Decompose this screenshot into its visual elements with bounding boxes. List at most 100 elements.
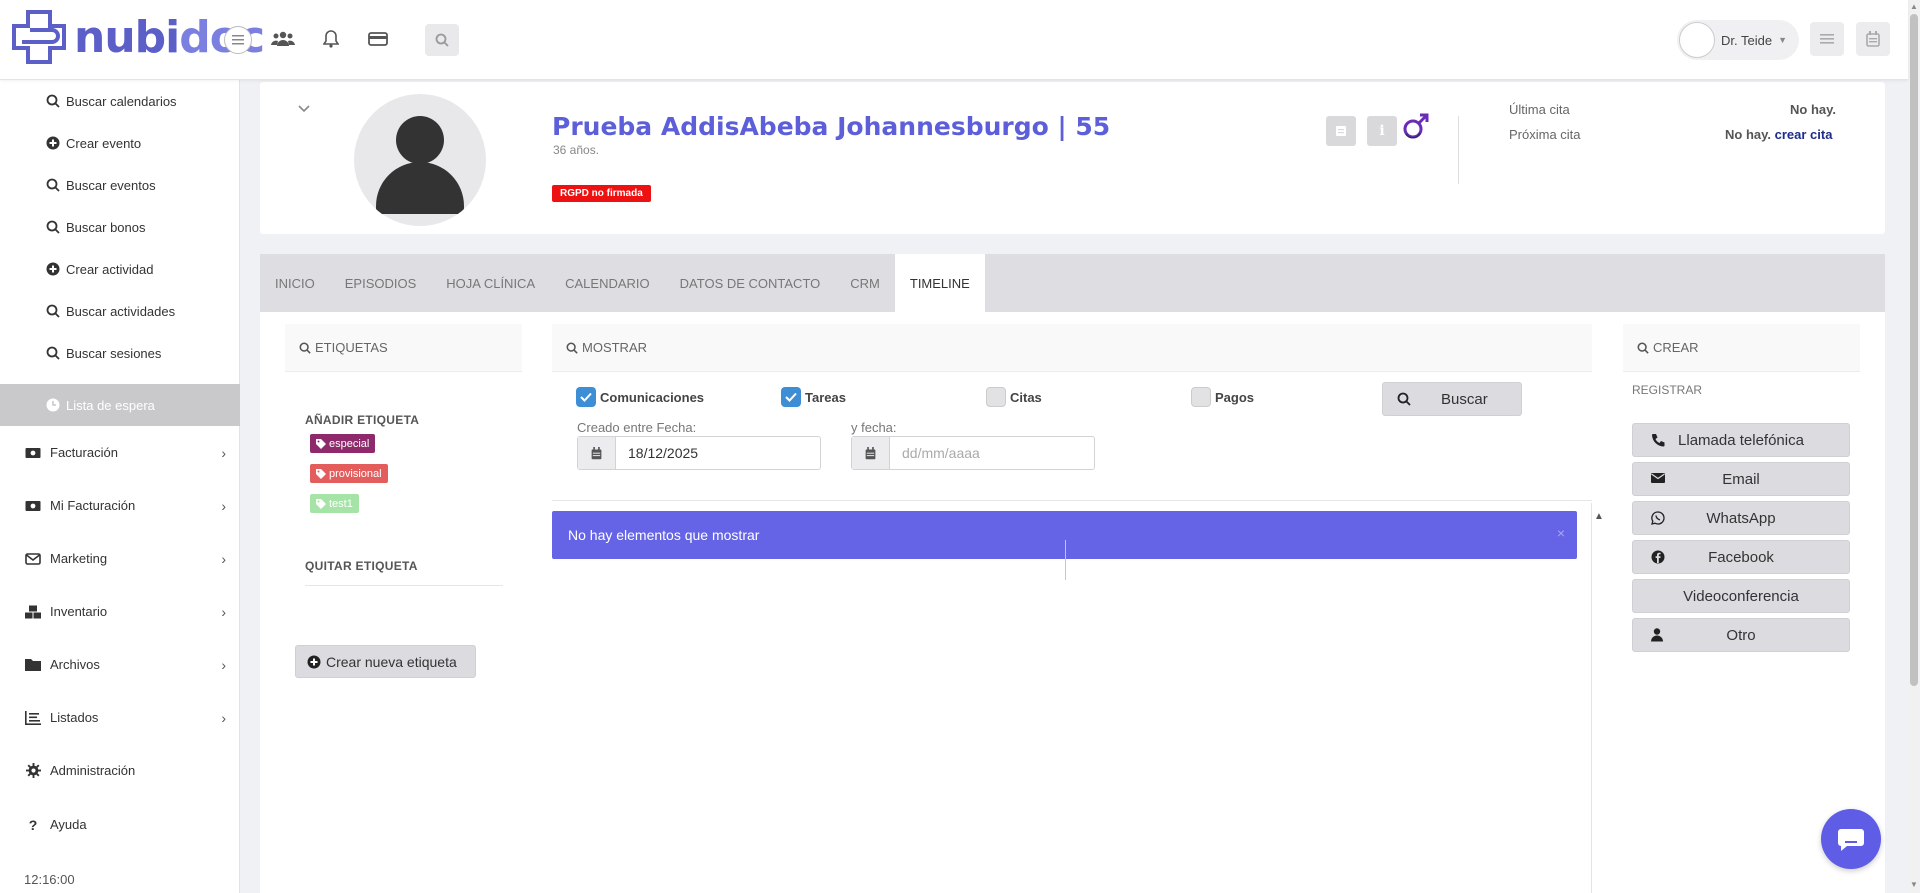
sidebar-item-buscar-sesiones[interactable]: Buscar sesiones: [0, 332, 240, 374]
crear-cita-link[interactable]: crear cita: [1775, 127, 1833, 142]
tab-calendario[interactable]: CALENDARIO: [550, 254, 665, 312]
collapse-toggle[interactable]: [298, 100, 310, 116]
sidebar-item-label: Crear actividad: [66, 261, 154, 277]
search-button[interactable]: Buscar: [1382, 382, 1522, 416]
register-whatsapp-button[interactable]: WhatsApp: [1632, 501, 1850, 535]
list-icon: [1820, 34, 1834, 44]
sidebar-item-inventario[interactable]: Inventario ›: [0, 585, 240, 638]
rgpd-badge[interactable]: RGPD no firmada: [552, 185, 651, 202]
create-tag-button[interactable]: Crear nueva etiqueta: [295, 645, 476, 678]
sidebar-item-crear-evento[interactable]: Crear evento: [0, 122, 240, 164]
chevron-right-icon: ›: [221, 550, 226, 567]
tab-inicio[interactable]: INICIO: [260, 254, 330, 312]
document-button[interactable]: [1326, 116, 1356, 146]
filter-pagos[interactable]: Pagos: [1191, 387, 1254, 407]
info-button[interactable]: i: [1367, 116, 1397, 146]
crear-header: CREAR: [1623, 324, 1860, 372]
filter-citas[interactable]: Citas: [986, 387, 1042, 407]
ultima-cita-label: Última cita: [1509, 102, 1570, 117]
notifications-button[interactable]: [316, 24, 346, 54]
sidebar-item-buscar-bonos[interactable]: Buscar bonos: [0, 206, 240, 248]
sidebar-item-mi-facturacion[interactable]: Mi Facturación ›: [0, 479, 240, 532]
sidebar-item-administracion[interactable]: Administración: [0, 744, 240, 797]
sidebar-item-buscar-eventos[interactable]: Buscar eventos: [0, 164, 240, 206]
chevron-right-icon: ›: [221, 709, 226, 726]
document-icon: [1336, 126, 1346, 136]
envelope-icon: [1651, 472, 1665, 484]
scroll-up-arrow-icon[interactable]: ▲: [1594, 511, 1604, 522]
filter-tareas[interactable]: Tareas: [781, 387, 846, 407]
tag-especial[interactable]: especial: [310, 434, 376, 453]
chat-button[interactable]: [1821, 809, 1881, 869]
register-email-button[interactable]: Email: [1632, 462, 1850, 496]
sidebar-item-crear-actividad[interactable]: Crear actividad: [0, 248, 240, 290]
question-icon: ?: [28, 816, 38, 833]
card-button[interactable]: [363, 24, 393, 54]
date-from-field[interactable]: 18/12/2025: [577, 436, 821, 470]
scroll-down-icon[interactable]: ▼: [1910, 880, 1918, 889]
bell-icon: [323, 30, 339, 48]
sidebar-item-label: Buscar bonos: [66, 219, 146, 235]
proxima-cita-text: No hay.: [1725, 127, 1771, 142]
card-icon: [368, 32, 388, 46]
sidebar-item-label: Crear evento: [66, 135, 142, 151]
patient-age: 36 años.: [553, 143, 600, 157]
chevron-right-icon: ›: [221, 603, 226, 620]
list-menu-button[interactable]: [1810, 22, 1844, 56]
register-other-button[interactable]: Otro: [1632, 618, 1850, 652]
folder-icon: [24, 658, 42, 671]
divider: [552, 500, 1592, 501]
global-search-button[interactable]: [425, 24, 459, 56]
scrollbar-thumb[interactable]: [1910, 14, 1918, 686]
button-label: Email: [1722, 470, 1760, 488]
scroll-up-icon[interactable]: ▲: [1910, 2, 1918, 11]
tab-timeline[interactable]: TIMELINE: [894, 254, 985, 312]
proxima-cita-label: Próxima cita: [1509, 127, 1581, 142]
search-icon: [435, 33, 449, 47]
gear-icon: [24, 763, 42, 778]
register-phone-call-button[interactable]: Llamada telefónica: [1632, 423, 1850, 457]
tab-episodios[interactable]: EPISODIOS: [330, 254, 432, 312]
tab-crm[interactable]: CRM: [835, 254, 895, 312]
tab-datos-de-contacto[interactable]: DATOS DE CONTACTO: [665, 254, 836, 312]
sidebar-item-label: Lista de espera: [66, 397, 155, 413]
chevron-right-icon: ›: [221, 444, 226, 461]
tab-hoja-clinica[interactable]: HOJA CLÍNICA: [431, 254, 550, 312]
crear-title: CREAR: [1653, 340, 1699, 355]
sidebar-item-archivos[interactable]: Archivos ›: [0, 638, 240, 691]
calendar-button[interactable]: [1856, 22, 1890, 56]
clock-icon: [46, 398, 60, 412]
patient-avatar[interactable]: [354, 94, 486, 226]
register-videoconference-button[interactable]: Videoconferencia: [1632, 579, 1850, 613]
register-facebook-button[interactable]: Facebook: [1632, 540, 1850, 574]
menu-toggle-button[interactable]: [224, 26, 252, 54]
sidebar-item-ayuda[interactable]: ? Ayuda: [0, 798, 240, 851]
button-label: Otro: [1726, 626, 1756, 644]
plus-circle-icon: [46, 136, 60, 150]
page-scrollbar[interactable]: ▲ ▼: [1908, 0, 1920, 893]
sidebar-item-listados[interactable]: Listados ›: [0, 691, 240, 744]
phone-icon: [1651, 433, 1665, 447]
sidebar-item-marketing[interactable]: Marketing ›: [0, 532, 240, 585]
close-icon[interactable]: ×: [1557, 525, 1565, 541]
sidebar-item-buscar-calendarios[interactable]: Buscar calendarios: [0, 80, 240, 122]
sidebar-item-label: Buscar calendarios: [66, 93, 177, 109]
checkbox-checked-icon: [781, 387, 801, 407]
users-button[interactable]: [268, 24, 298, 54]
tag-provisional[interactable]: provisional: [310, 464, 388, 483]
envelope-icon: [24, 552, 42, 566]
sidebar-item-lista-de-espera[interactable]: Lista de espera: [0, 384, 240, 426]
logo-cross-icon: [10, 8, 68, 66]
date-to-field[interactable]: dd/mm/aaaa: [851, 436, 1095, 470]
search-icon: [299, 342, 311, 354]
chevron-right-icon: ›: [221, 497, 226, 514]
sidebar-item-facturacion[interactable]: Facturación ›: [0, 426, 240, 479]
button-label: Facebook: [1708, 548, 1774, 566]
filter-comunicaciones[interactable]: Comunicaciones: [576, 387, 704, 407]
sidebar-item-buscar-actividades[interactable]: Buscar actividades: [0, 290, 240, 332]
user-menu[interactable]: Dr. Teide ▼: [1677, 20, 1799, 60]
tag-icon: [316, 468, 326, 479]
male-icon: [1402, 112, 1430, 147]
tag-test1[interactable]: test1: [310, 494, 359, 513]
money-icon: [24, 447, 42, 459]
